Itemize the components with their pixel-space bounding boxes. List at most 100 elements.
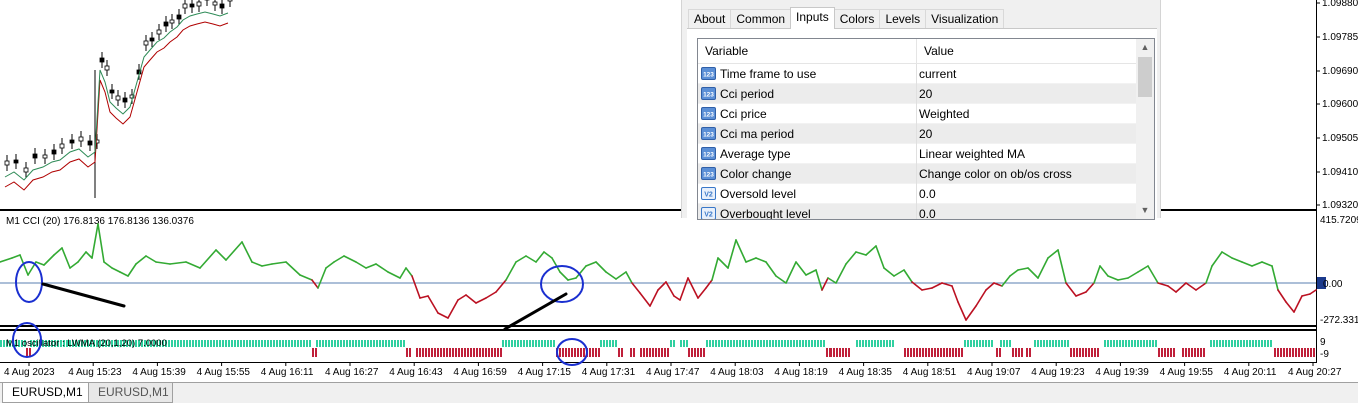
cci-line-segment xyxy=(985,282,995,291)
osc-bar-up xyxy=(874,340,876,347)
input-value[interactable]: Linear weighted MA xyxy=(919,144,1025,164)
scrollbar-thumb[interactable] xyxy=(1138,57,1152,97)
input-row-cci-ma-period[interactable]: 123 Cci ma period 20 xyxy=(698,124,1136,144)
osc-bar-up xyxy=(772,340,774,347)
column-header-value[interactable]: Value xyxy=(917,39,954,64)
column-header-variable[interactable]: Variable xyxy=(698,39,748,64)
cci-line-segment xyxy=(1085,282,1095,293)
input-row-time-frame[interactable]: 123 Time frame to use current xyxy=(698,64,1136,84)
osc-bar-up xyxy=(204,340,206,347)
cell-separator xyxy=(916,84,917,104)
osc-bar-up xyxy=(817,340,819,347)
cci-line-segment xyxy=(975,289,987,307)
osc-bar-up xyxy=(1237,340,1239,347)
osc-bar-down xyxy=(497,348,499,357)
osc-bar-up xyxy=(796,340,798,347)
cci-line-segment xyxy=(419,295,429,299)
right-axis-line xyxy=(1316,0,1317,363)
input-row-oversold-level[interactable]: V2 Oversold level 0.0 xyxy=(698,184,1136,204)
tab-visualization[interactable]: Visualization xyxy=(925,9,1005,29)
osc-bar-down xyxy=(848,348,850,357)
osc-bar-up xyxy=(252,340,254,347)
osc-bar-up xyxy=(718,340,720,347)
osc-bar-up xyxy=(1110,340,1112,347)
osc-bar-down xyxy=(479,348,481,357)
integer-type-icon: 123 xyxy=(701,107,716,120)
osc-bar-down xyxy=(1301,348,1303,357)
cci-axis-zero: 0.00 xyxy=(1323,279,1343,290)
osc-bar-up xyxy=(600,340,602,347)
osc-bar-down xyxy=(1188,348,1190,357)
candle-body xyxy=(4,160,10,166)
osc-bar-up xyxy=(379,340,381,347)
osc-bar-up xyxy=(612,340,614,347)
candle-body xyxy=(189,3,195,8)
svg-text:123: 123 xyxy=(703,132,714,139)
osc-bar-down xyxy=(621,348,623,357)
chart-tab-eurusd-m1-active[interactable]: EURUSD,M1 xyxy=(2,383,89,403)
grid-vertical-scrollbar[interactable]: ▲ ▼ xyxy=(1136,39,1154,219)
input-value[interactable]: current xyxy=(919,64,956,84)
osc-bar-up xyxy=(1152,340,1154,347)
tab-levels[interactable]: Levels xyxy=(879,9,927,29)
osc-bar-up xyxy=(1046,340,1048,347)
osc-bar-down xyxy=(443,348,445,357)
osc-bar-down xyxy=(839,348,841,357)
osc-bar-down xyxy=(1091,348,1093,357)
chart-tab-eurusd-m1[interactable]: EURUSD,M1 xyxy=(88,383,173,403)
candle-body xyxy=(51,149,57,155)
osc-bar-down xyxy=(592,348,594,357)
double-type-icon: V2 xyxy=(701,207,716,219)
tab-colors[interactable]: Colors xyxy=(833,9,881,29)
tab-common[interactable]: Common xyxy=(730,9,792,29)
osc-bar-up xyxy=(231,340,233,347)
osc-bar-down xyxy=(925,348,927,357)
osc-bar-up xyxy=(523,340,525,347)
osc-bar-up xyxy=(1107,340,1109,347)
cci-line-segment xyxy=(673,295,681,301)
input-value[interactable]: Weighted xyxy=(919,104,969,124)
cci-line-segment xyxy=(0,257,13,263)
osc-bar-up xyxy=(0,340,2,347)
osc-bar-up xyxy=(195,340,197,347)
osc-bar-down xyxy=(907,348,909,357)
osc-bar-up xyxy=(1140,340,1142,347)
input-row-color-change[interactable]: 123 Color change Change color on ob/os c… xyxy=(698,164,1136,184)
scroll-down-arrow-icon[interactable]: ▼ xyxy=(1136,202,1154,219)
input-row-average-type[interactable]: 123 Average type Linear weighted MA xyxy=(698,144,1136,164)
input-row-cci-price[interactable]: 123 Cci price Weighted xyxy=(698,104,1136,124)
candle-body xyxy=(143,40,149,46)
input-value[interactable]: 20 xyxy=(919,84,932,104)
input-value[interactable]: 0.0 xyxy=(919,204,936,219)
osc-bar-down xyxy=(643,348,645,357)
osc-bar-up xyxy=(865,340,867,347)
input-value[interactable]: 20 xyxy=(919,124,932,144)
osc-bar-up xyxy=(228,340,230,347)
input-value[interactable]: 0.0 xyxy=(919,184,936,204)
tab-about[interactable]: About xyxy=(688,9,732,29)
cci-line-segment xyxy=(91,223,99,259)
osc-window-bottom-border xyxy=(0,362,1316,363)
osc-bar-up xyxy=(243,340,245,347)
input-row-cci-period[interactable]: 123 Cci period 20 xyxy=(698,84,1136,104)
osc-bar-up xyxy=(400,340,402,347)
cci-line-segment xyxy=(1293,295,1303,313)
tab-inputs[interactable]: Inputs xyxy=(790,7,835,29)
osc-bar-up xyxy=(1219,340,1221,347)
osc-bar-up xyxy=(279,340,281,347)
osc-bar-up xyxy=(1216,340,1218,347)
input-row-overbought-level[interactable]: V2 Overbought level 0.0 xyxy=(698,204,1136,219)
scroll-up-arrow-icon[interactable]: ▲ xyxy=(1136,39,1154,56)
osc-bar-up xyxy=(814,340,816,347)
cci-line-segment xyxy=(1093,265,1101,284)
input-value[interactable]: Change color on ob/os cross xyxy=(919,164,1072,184)
osc-bar-up xyxy=(781,340,783,347)
osc-bar-down xyxy=(1082,348,1084,357)
osc-bar-up xyxy=(886,340,888,347)
osc-bar-down xyxy=(26,348,28,357)
osc-bar-down xyxy=(836,348,838,357)
osc-bar-up xyxy=(724,340,726,347)
osc-bar-down xyxy=(452,348,454,357)
candle-body xyxy=(109,89,115,94)
time-axis-label: 4 Aug 18:51 xyxy=(903,367,957,378)
